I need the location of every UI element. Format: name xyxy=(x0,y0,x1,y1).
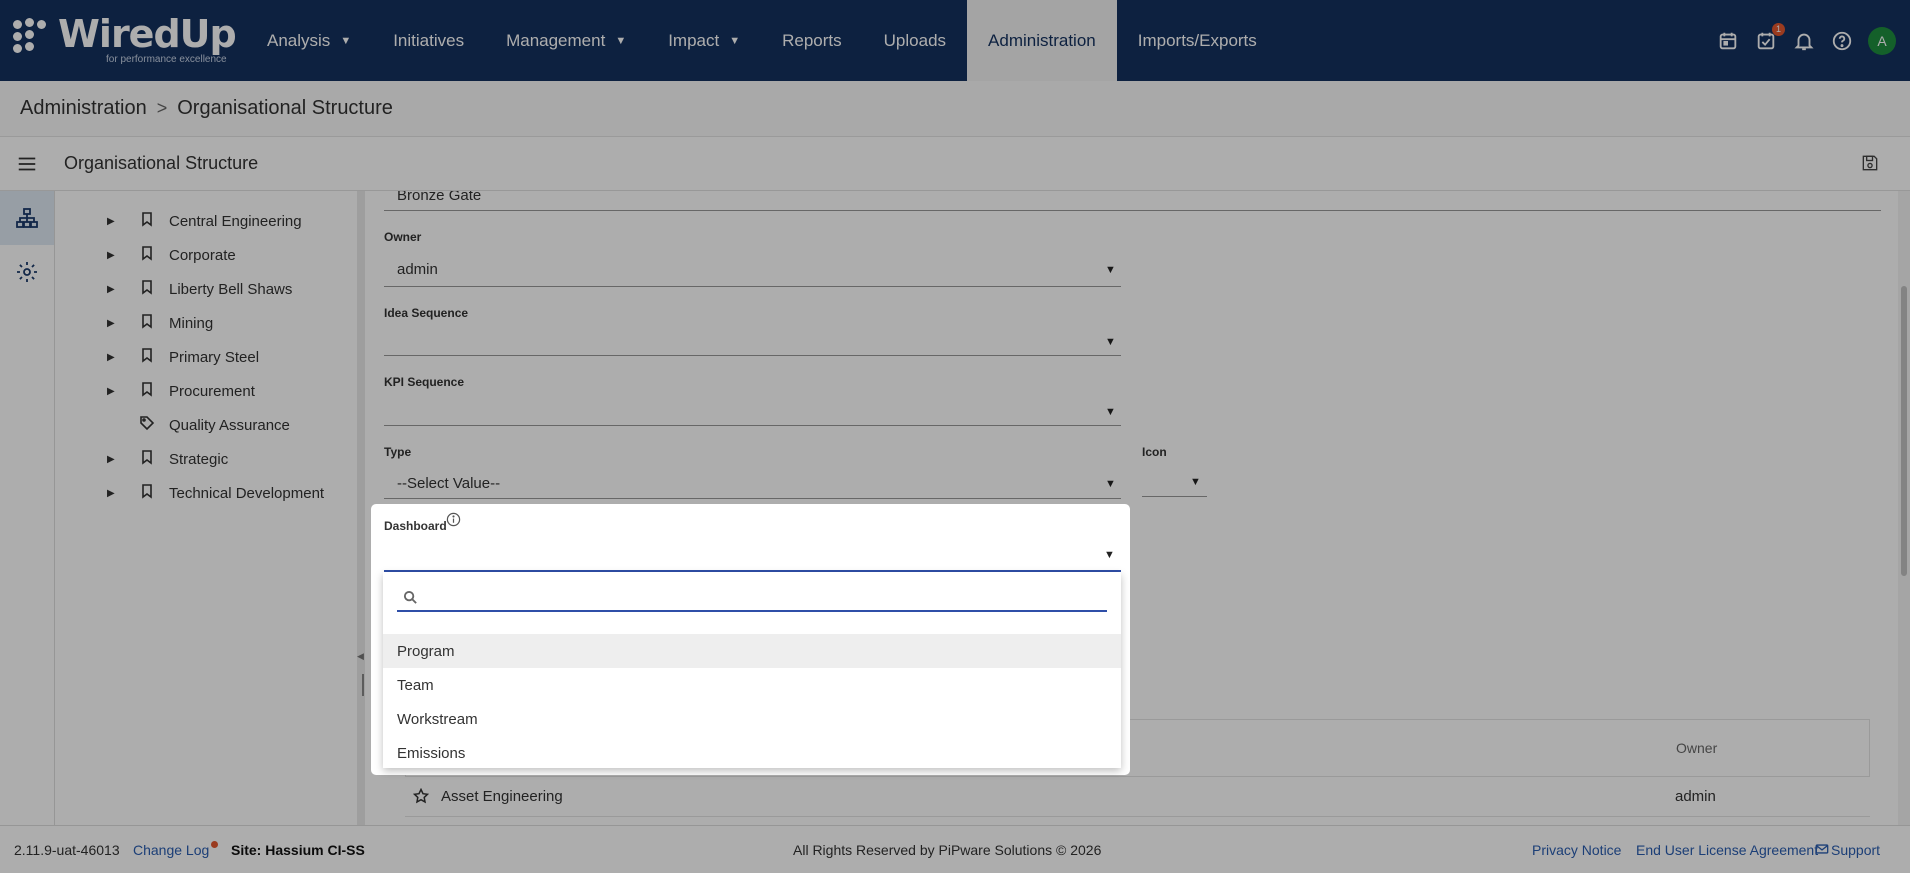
chevron-down-icon[interactable]: ▼ xyxy=(1104,549,1115,561)
dashboard-label: Dashboard xyxy=(384,519,447,533)
info-icon[interactable] xyxy=(446,512,462,528)
search-icon xyxy=(403,590,419,606)
dropdown-option-team[interactable]: Team xyxy=(383,668,1121,702)
dropdown-search-input[interactable] xyxy=(425,586,1095,608)
dropdown-option-emissions[interactable]: Emissions xyxy=(383,736,1121,770)
dropdown-option-workstream[interactable]: Workstream xyxy=(383,702,1121,736)
dashboard-dropdown-list: Program Team Workstream Emissions xyxy=(383,572,1121,768)
dropdown-search xyxy=(397,582,1107,612)
dropdown-option-program[interactable]: Program xyxy=(383,634,1121,668)
dashboard-field-popup: Dashboard ▼ Program Team Workstream Emis… xyxy=(371,504,1130,775)
